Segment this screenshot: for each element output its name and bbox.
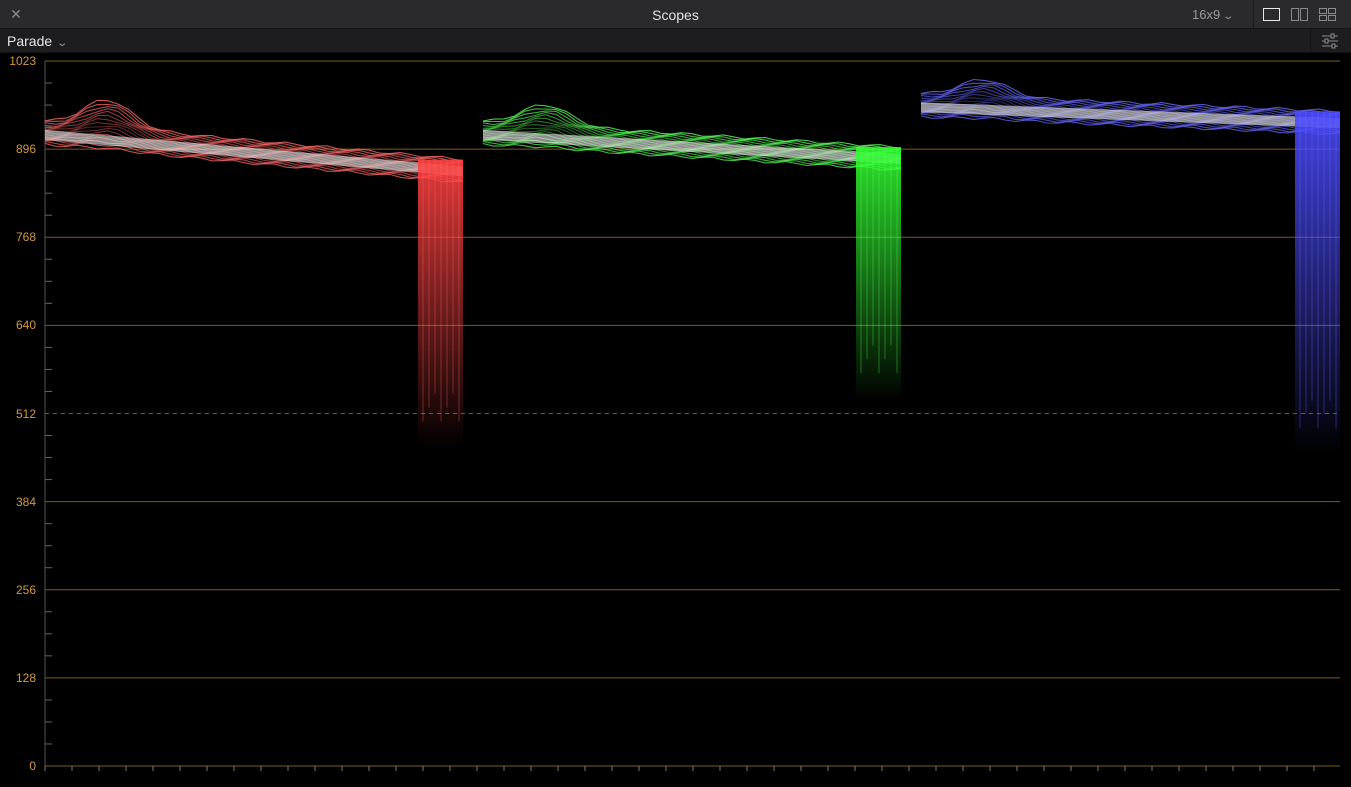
parade-waveform [44,60,1341,771]
divider [1310,29,1311,53]
single-view-icon[interactable] [1263,8,1280,21]
sliders-icon[interactable] [1321,33,1339,54]
window-title: Scopes [652,7,699,23]
title-bar: ✕ Scopes 16x9 ⌄ [0,0,1351,29]
axis-label: 384 [15,494,36,509]
axis-label: 768 [15,230,36,245]
axis-label: 1023 [9,54,36,68]
divider [1253,0,1254,29]
scope-mode-label: Parade [7,33,53,49]
red-channel-trace [44,99,464,449]
blue-channel-trace [920,78,1341,456]
chevron-down-icon: ⌄ [56,38,69,49]
chevron-down-icon: ⌄ [1222,11,1235,22]
quad-view-icon[interactable] [1319,8,1336,21]
axis-label: 896 [15,142,36,157]
axis-label: 0 [29,759,36,773]
scope-toolbar: Parade ⌄ [0,29,1351,53]
parade-scope: 1023 896 768 640 512 384 256 128 0 [0,53,1351,787]
axis-label: 640 [15,318,36,333]
axis-label: 256 [15,582,36,597]
dual-view-icon[interactable] [1291,8,1308,21]
aspect-ratio-label: 16x9 [1192,7,1221,22]
scope-mode-dropdown[interactable]: Parade ⌄ [7,33,69,49]
axis-label: 128 [15,670,36,685]
aspect-ratio-dropdown[interactable]: 16x9 ⌄ [1192,7,1235,22]
axis-label: 512 [15,406,36,421]
